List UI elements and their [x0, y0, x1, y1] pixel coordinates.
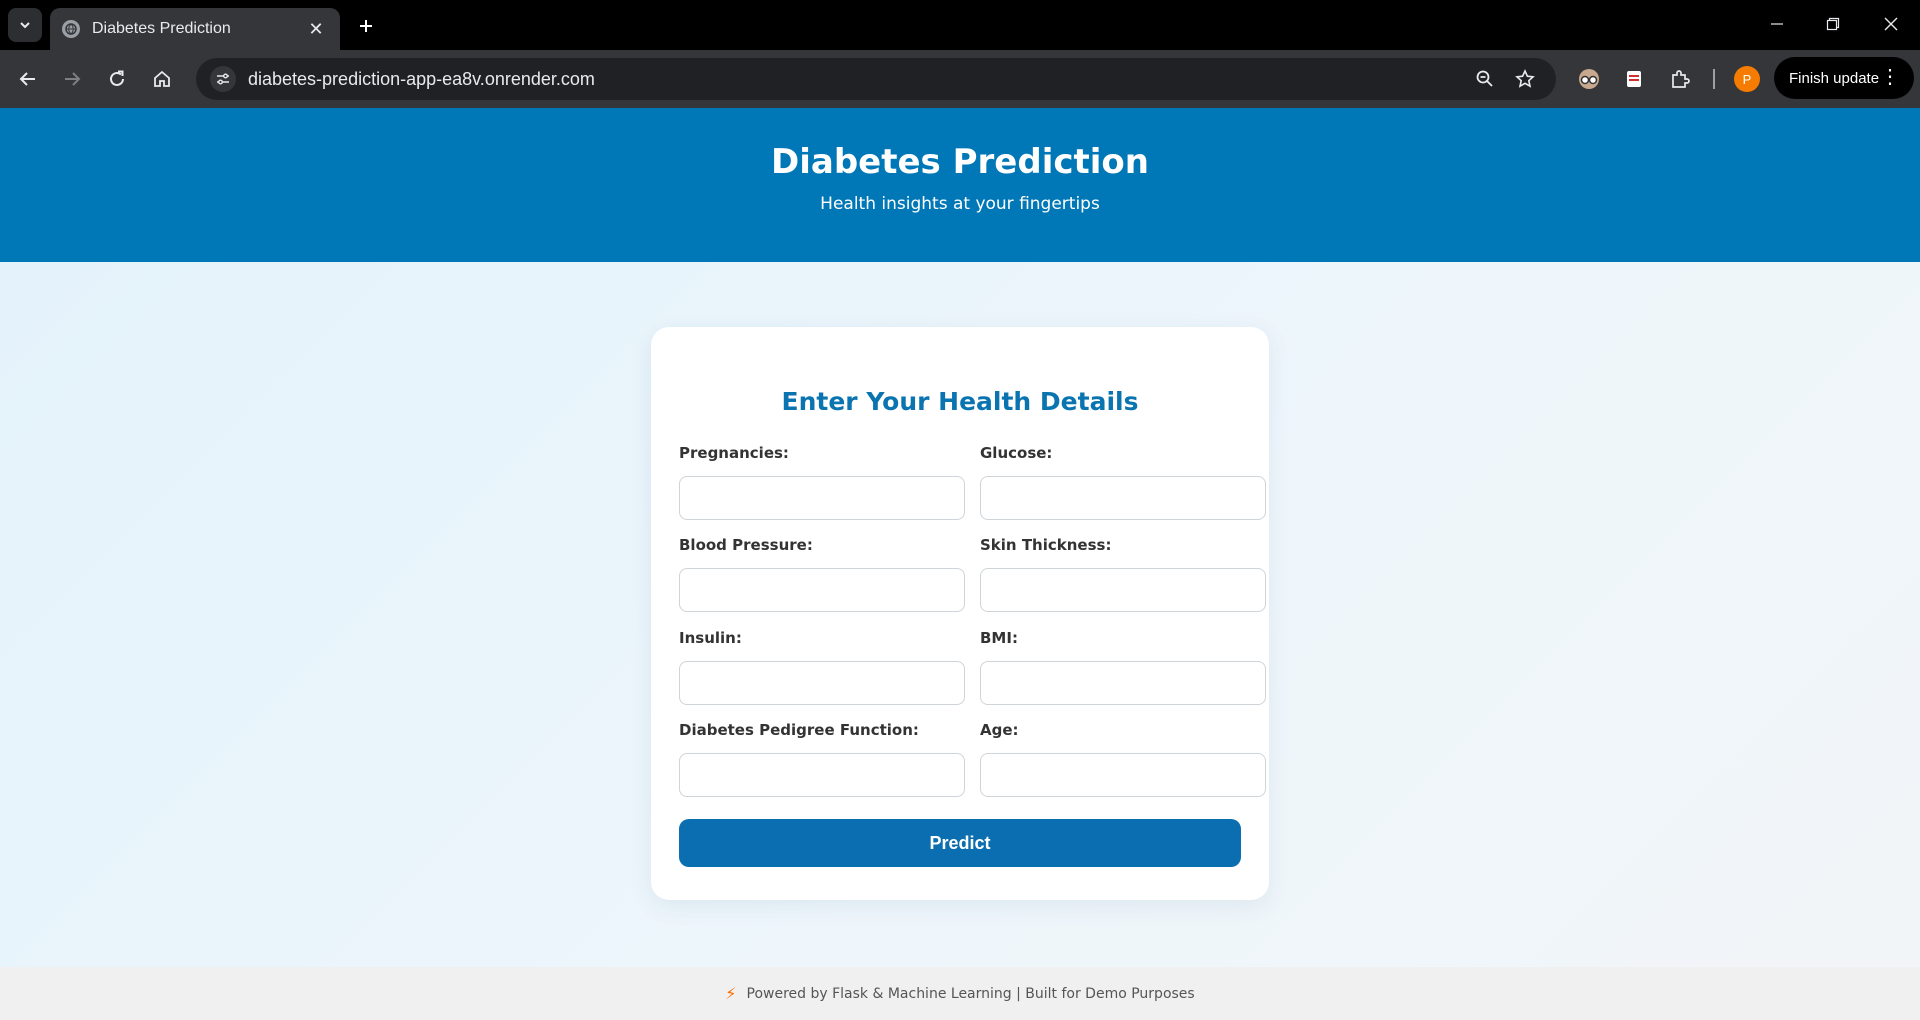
- blood-pressure-field: Blood Pressure:: [679, 536, 965, 612]
- bmi-field: BMI:: [980, 629, 1266, 705]
- home-button[interactable]: [146, 63, 178, 95]
- back-button[interactable]: [12, 63, 44, 95]
- url-text: diabetes-prediction-app-ea8v.onrender.co…: [248, 68, 595, 89]
- blood-pressure-input[interactable]: [679, 568, 965, 612]
- page-header: Diabetes Prediction Health insights at y…: [0, 108, 1920, 262]
- health-form-card: Enter Your Health Details Pregnancies: G…: [651, 327, 1269, 900]
- insulin-field: Insulin:: [679, 629, 965, 705]
- page-title: Diabetes Prediction: [771, 142, 1149, 182]
- lightning-icon: ⚡: [725, 984, 737, 1003]
- bookmark-star-icon[interactable]: [1512, 66, 1538, 92]
- browser-toolbar: diabetes-prediction-app-ea8v.onrender.co…: [0, 50, 1920, 108]
- insulin-label: Insulin:: [679, 629, 742, 647]
- page-subtitle: Health insights at your fingertips: [820, 194, 1100, 214]
- tab-title: Diabetes Prediction: [92, 20, 231, 37]
- finish-update-label: Finish update: [1789, 69, 1880, 87]
- pregnancies-label: Pregnancies:: [679, 444, 789, 462]
- active-tab[interactable]: Diabetes Prediction ✕: [50, 8, 340, 50]
- new-tab-button[interactable]: [352, 12, 380, 40]
- extension-reader-icon[interactable]: [1620, 65, 1648, 93]
- skin-thickness-field: Skin Thickness:: [980, 536, 1266, 612]
- glucose-label: Glucose:: [980, 444, 1053, 462]
- glucose-field: Glucose:: [980, 444, 1266, 520]
- pedigree-function-label: Diabetes Pedigree Function:: [679, 721, 919, 739]
- glucose-input[interactable]: [980, 476, 1266, 520]
- insulin-input[interactable]: [679, 661, 965, 705]
- form-heading: Enter Your Health Details: [781, 387, 1139, 416]
- reload-icon: [110, 70, 124, 86]
- site-info-icon[interactable]: [210, 66, 236, 92]
- close-window-button[interactable]: [1871, 10, 1911, 38]
- finish-update-button[interactable]: Finish update ⋮: [1774, 57, 1914, 99]
- profile-avatar[interactable]: P: [1734, 66, 1760, 92]
- skin-thickness-label: Skin Thickness:: [980, 536, 1112, 554]
- arrow-right-icon: [65, 72, 81, 86]
- pregnancies-input[interactable]: [679, 476, 965, 520]
- tab-strip: Diabetes Prediction ✕: [0, 0, 1920, 50]
- bmi-input[interactable]: [980, 661, 1266, 705]
- age-input[interactable]: [980, 753, 1266, 797]
- age-label: Age:: [980, 721, 1019, 739]
- tab-search-button[interactable]: [8, 8, 42, 42]
- page-footer: ⚡ Powered by Flask & Machine Learning | …: [0, 967, 1920, 1020]
- reload-button[interactable]: [101, 63, 133, 95]
- more-vert-icon: ⋮: [1880, 66, 1900, 88]
- minimize-icon: [1771, 23, 1783, 25]
- bmi-label: BMI:: [980, 629, 1018, 647]
- globe-icon: [62, 20, 80, 38]
- pedigree-function-field: Diabetes Pedigree Function:: [679, 721, 965, 797]
- zoom-icon[interactable]: [1472, 66, 1498, 92]
- close-icon: [1884, 17, 1898, 31]
- arrow-left-icon: [19, 72, 35, 86]
- age-field: Age:: [980, 721, 1266, 797]
- page-content: Diabetes Prediction Health insights at y…: [0, 108, 1920, 1020]
- plus-icon: [360, 20, 372, 32]
- skin-thickness-input[interactable]: [980, 568, 1266, 612]
- footer-text: Powered by Flask & Machine Learning | Bu…: [746, 985, 1195, 1002]
- pregnancies-field: Pregnancies:: [679, 444, 965, 520]
- address-bar[interactable]: diabetes-prediction-app-ea8v.onrender.co…: [196, 58, 1556, 100]
- predict-button[interactable]: Predict: [679, 819, 1241, 867]
- forward-button[interactable]: [56, 63, 88, 95]
- blood-pressure-label: Blood Pressure:: [679, 536, 813, 554]
- pedigree-function-input[interactable]: [679, 753, 965, 797]
- toolbar-divider: [1713, 69, 1715, 89]
- extension-glasses-icon[interactable]: [1575, 65, 1603, 93]
- extensions-puzzle-icon[interactable]: [1666, 65, 1694, 93]
- close-tab-icon[interactable]: ✕: [304, 19, 328, 40]
- restore-icon: [1826, 17, 1840, 31]
- chevron-down-icon: [20, 22, 30, 29]
- minimize-button[interactable]: [1757, 10, 1797, 38]
- restore-button[interactable]: [1813, 10, 1853, 38]
- home-icon: [154, 70, 170, 87]
